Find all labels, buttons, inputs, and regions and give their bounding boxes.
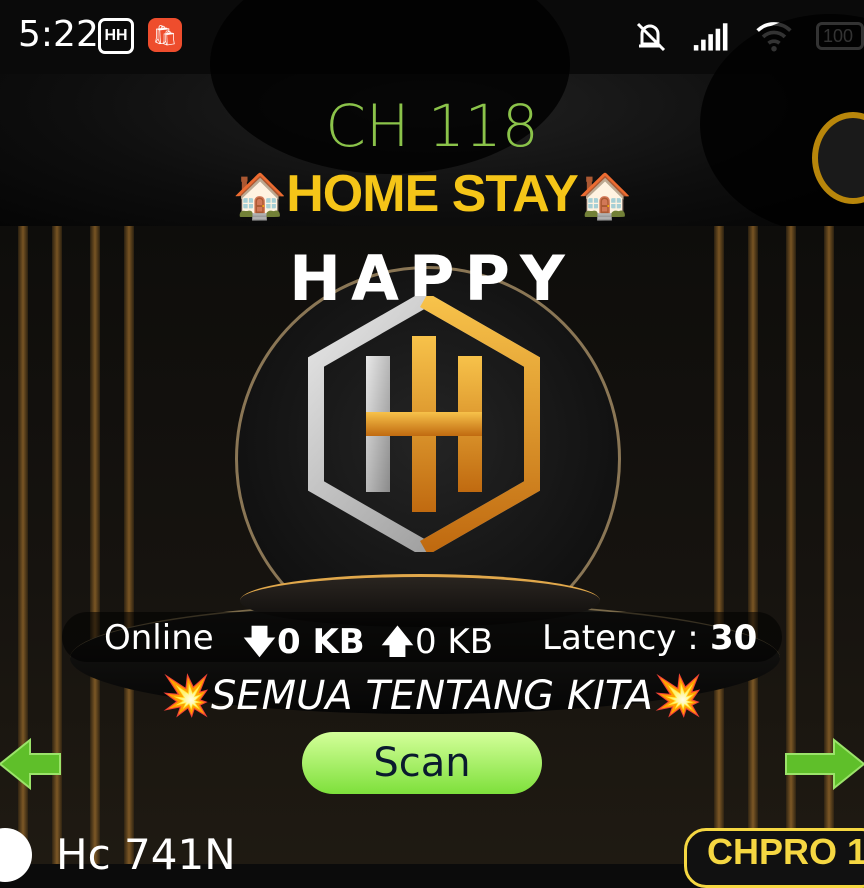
- channel-title: CH 118: [325, 92, 539, 160]
- signal-icon: [693, 23, 728, 51]
- download-value: 0 KB: [276, 622, 365, 662]
- house-icon: 🏠: [232, 172, 287, 221]
- home-stay-label: HOME STAY: [286, 165, 578, 223]
- device-name[interactable]: Hc 741N: [56, 830, 236, 879]
- latency-value: 30: [710, 618, 758, 658]
- app-logo-icon: HH: [98, 18, 134, 54]
- upload-value: 0 KB: [414, 622, 494, 662]
- upload-arrow-icon: 🡅: [380, 622, 415, 662]
- shopee-icon: 🛍: [148, 18, 182, 52]
- mute-bell-icon: [636, 22, 666, 52]
- download-arrow-icon: 🡇: [242, 622, 277, 662]
- hh-logo-icon: [308, 296, 540, 552]
- explosion-icon: 💥: [161, 673, 211, 719]
- slogan: 💥SEMUA TENTANG KITA💥: [0, 672, 864, 719]
- status-time: 5:22: [18, 14, 99, 55]
- online-label: Online: [104, 618, 214, 658]
- server-badge[interactable]: CHPRO 1: [684, 828, 864, 888]
- previous-arrow-icon[interactable]: [0, 736, 62, 792]
- download-stat: 🡇0 KB: [242, 618, 365, 675]
- house-icon: 🏠: [577, 172, 633, 221]
- connection-stats: Online 🡇0 KB 🡅0 KB Latency : 30: [62, 612, 782, 662]
- upload-stat: 🡅0 KB: [380, 618, 493, 675]
- slogan-text: SEMUA TENTANG KITA: [210, 673, 654, 719]
- latency-label: Latency :: [542, 618, 699, 658]
- home-stay-title: 🏠HOME STAY🏠: [0, 164, 864, 224]
- next-arrow-icon[interactable]: [782, 736, 864, 792]
- scan-button[interactable]: Scan: [302, 732, 542, 794]
- explosion-icon: 💥: [653, 673, 703, 719]
